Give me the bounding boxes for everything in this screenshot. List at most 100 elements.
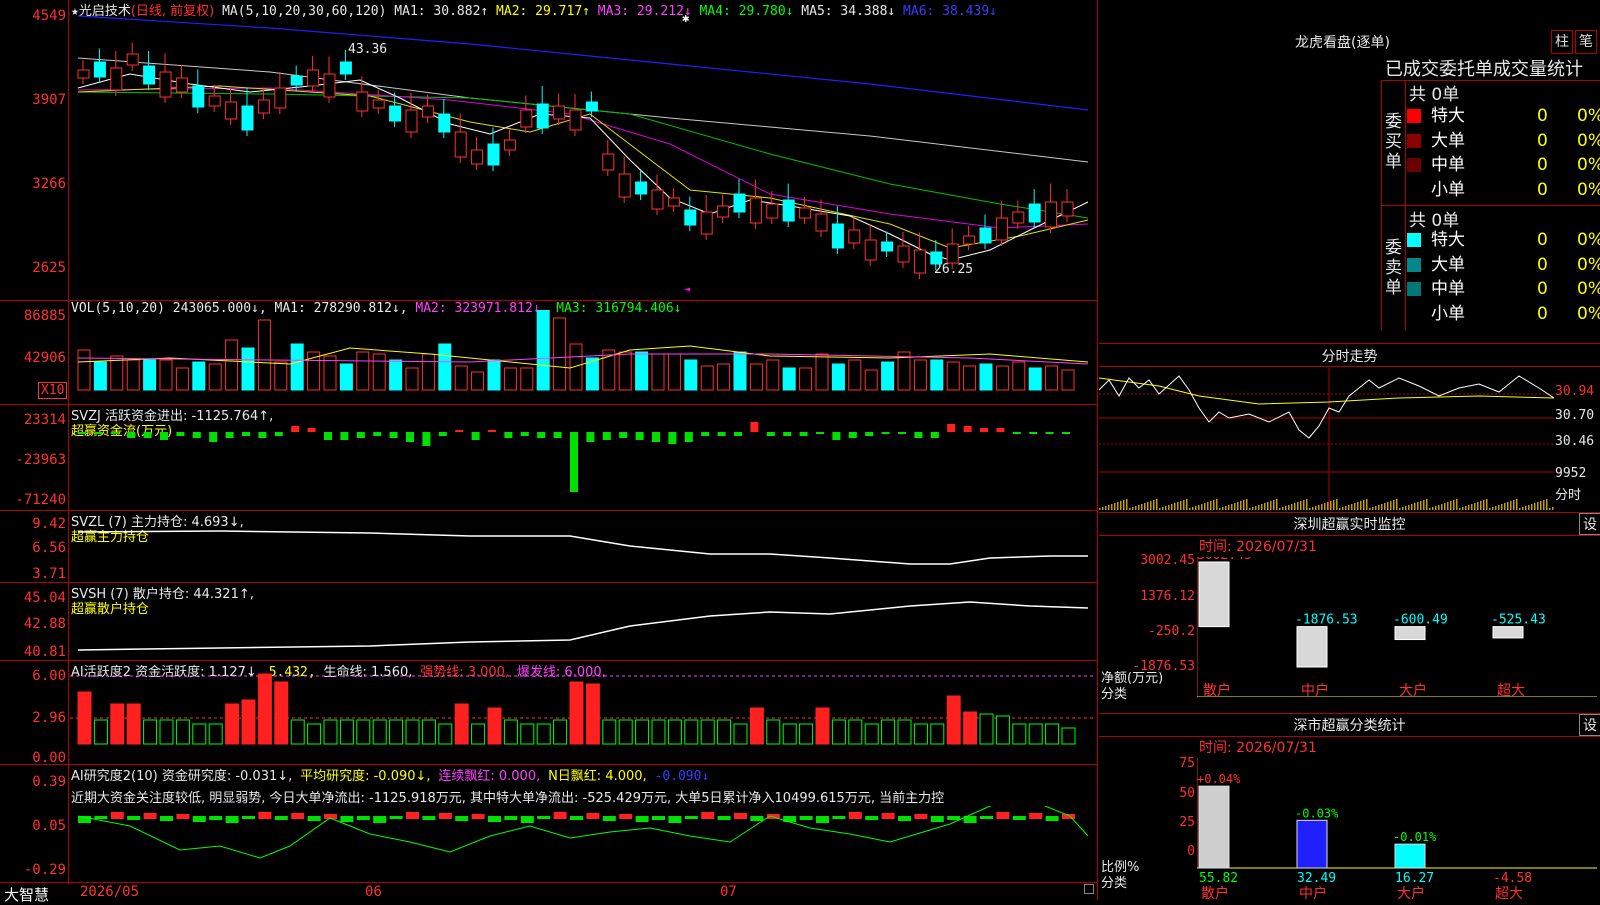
monitor-category: 散户 — [1203, 682, 1231, 697]
research-bar — [258, 812, 272, 819]
flow-bar — [78, 432, 86, 434]
flow-bar — [127, 432, 136, 438]
flow-bar — [537, 432, 546, 438]
intraday-volume-bar — [1360, 501, 1362, 510]
color-swatch — [1407, 306, 1421, 321]
svzl-chart[interactable] — [70, 514, 1096, 580]
classify-change: +0.04% — [1197, 772, 1241, 786]
ma6-line — [77, 15, 1089, 111]
bar-mode-button[interactable]: 柱 — [1551, 30, 1573, 54]
research-bar — [225, 816, 239, 823]
order-type: 中单 — [1431, 279, 1465, 300]
volume-bar — [864, 369, 878, 391]
candle — [848, 229, 861, 244]
intraday-volume-bar — [1483, 500, 1485, 510]
research-bar — [881, 813, 895, 819]
intraday-volume-bar — [1339, 508, 1341, 510]
volume-bar — [733, 351, 747, 391]
volume-bar — [389, 359, 403, 391]
intraday-volume-bar — [1408, 505, 1410, 510]
volume-bar — [651, 353, 665, 391]
volume-bar — [356, 351, 370, 391]
ai-research-chart[interactable] — [70, 806, 1096, 880]
intraday-volume-bar — [1267, 502, 1269, 510]
lock-icon[interactable] — [1084, 884, 1094, 894]
classify-settings-button[interactable]: 设 — [1579, 714, 1600, 736]
color-swatch — [1407, 133, 1421, 148]
classify-value: -4.58 — [1493, 871, 1532, 886]
candle — [651, 189, 664, 210]
intraday-volume-bar — [1453, 500, 1455, 510]
candle — [339, 61, 352, 75]
tick-mode-button[interactable]: 笔 — [1575, 30, 1597, 54]
research-bar — [504, 816, 518, 820]
intraday-volume-bar — [1099, 508, 1101, 510]
volume-bar — [77, 349, 91, 391]
candle — [1061, 201, 1074, 217]
flow-bar — [701, 432, 710, 436]
intraday-volume-bar — [1510, 501, 1512, 510]
intraday-volume-bar — [1384, 503, 1386, 510]
flow-bar — [160, 432, 168, 440]
svzj-chart[interactable] — [70, 410, 1096, 508]
classify-category: 超大 — [1495, 886, 1523, 900]
ai-activity-chart[interactable] — [70, 664, 1096, 762]
activity-bar — [93, 719, 108, 745]
svsh-chart[interactable] — [70, 586, 1096, 658]
ai1-tick: 2.96 — [32, 710, 66, 726]
axis-divider — [68, 0, 69, 884]
volume-bar — [274, 361, 288, 391]
intraday-volume-bar — [1195, 506, 1197, 510]
brand-logo[interactable]: 大智慧 — [4, 884, 49, 905]
volume-bar — [1045, 365, 1059, 391]
flow-bar — [242, 432, 250, 436]
svzj-tick: -23963 — [15, 452, 66, 468]
intraday-volume-bar — [1252, 507, 1254, 510]
intraday-chart[interactable] — [1099, 368, 1554, 510]
research-bar — [619, 814, 633, 819]
intraday-volume-bar — [1264, 503, 1266, 510]
volume-unit[interactable]: X10 — [38, 382, 68, 399]
intraday-volume-bar — [1321, 504, 1323, 510]
dragon-subtitle: 已成交委托单成交量统计 — [1385, 59, 1583, 80]
research-bar — [160, 816, 173, 821]
price-tick: 2625 — [32, 260, 66, 276]
volume-tick: 42906 — [23, 350, 66, 366]
order-type: 特大 — [1431, 106, 1465, 126]
monitor-chart[interactable]: 3002.45 散户 -1876.53 中户 -600.49 大户 -525.43 超大 — [1197, 557, 1597, 697]
candle — [471, 149, 484, 165]
intraday-volume-bar — [1234, 503, 1236, 510]
intraday-volume-bar — [1120, 501, 1122, 510]
order-value: 0 — [1537, 155, 1548, 176]
volume-bar — [520, 367, 534, 391]
volume-bar — [553, 317, 567, 391]
candle — [815, 213, 828, 232]
intraday-volume-bar — [1333, 500, 1335, 510]
intraday-volume-bar — [1144, 503, 1146, 510]
activity-bar — [487, 707, 502, 745]
volume-chart[interactable] — [70, 310, 1096, 402]
intraday-volume-bar — [1369, 508, 1371, 510]
candlestick-chart[interactable]: ◄ ✱ — [70, 14, 1096, 298]
intraday-volume-bar — [1165, 506, 1167, 510]
intraday-volume-bar — [1111, 504, 1113, 510]
intraday-volume-bar — [1477, 502, 1479, 510]
classify-chart[interactable]: +0.04% 55.82散户 -0.03% 32.49中户 -0.01% 16.27大户 -… — [1197, 758, 1597, 900]
candle — [799, 207, 812, 219]
flow-bar — [307, 428, 316, 432]
research-bar — [914, 814, 928, 819]
intraday-volume-bar — [1552, 507, 1554, 510]
activity-bar — [471, 723, 486, 745]
candle — [143, 65, 156, 85]
intraday-volume-bar — [1306, 499, 1308, 510]
divider — [1099, 535, 1600, 536]
research-bar — [717, 816, 731, 820]
order-value: 0 — [1537, 279, 1548, 300]
classify-category: 中户 — [1299, 885, 1327, 900]
monitor-settings-button[interactable]: 设 — [1579, 513, 1600, 535]
classify-bar — [1296, 819, 1328, 869]
classify-category: 大户 — [1397, 885, 1425, 900]
activity-bar — [307, 723, 322, 745]
candle — [864, 239, 877, 261]
intraday-volume-bar — [1297, 502, 1299, 510]
